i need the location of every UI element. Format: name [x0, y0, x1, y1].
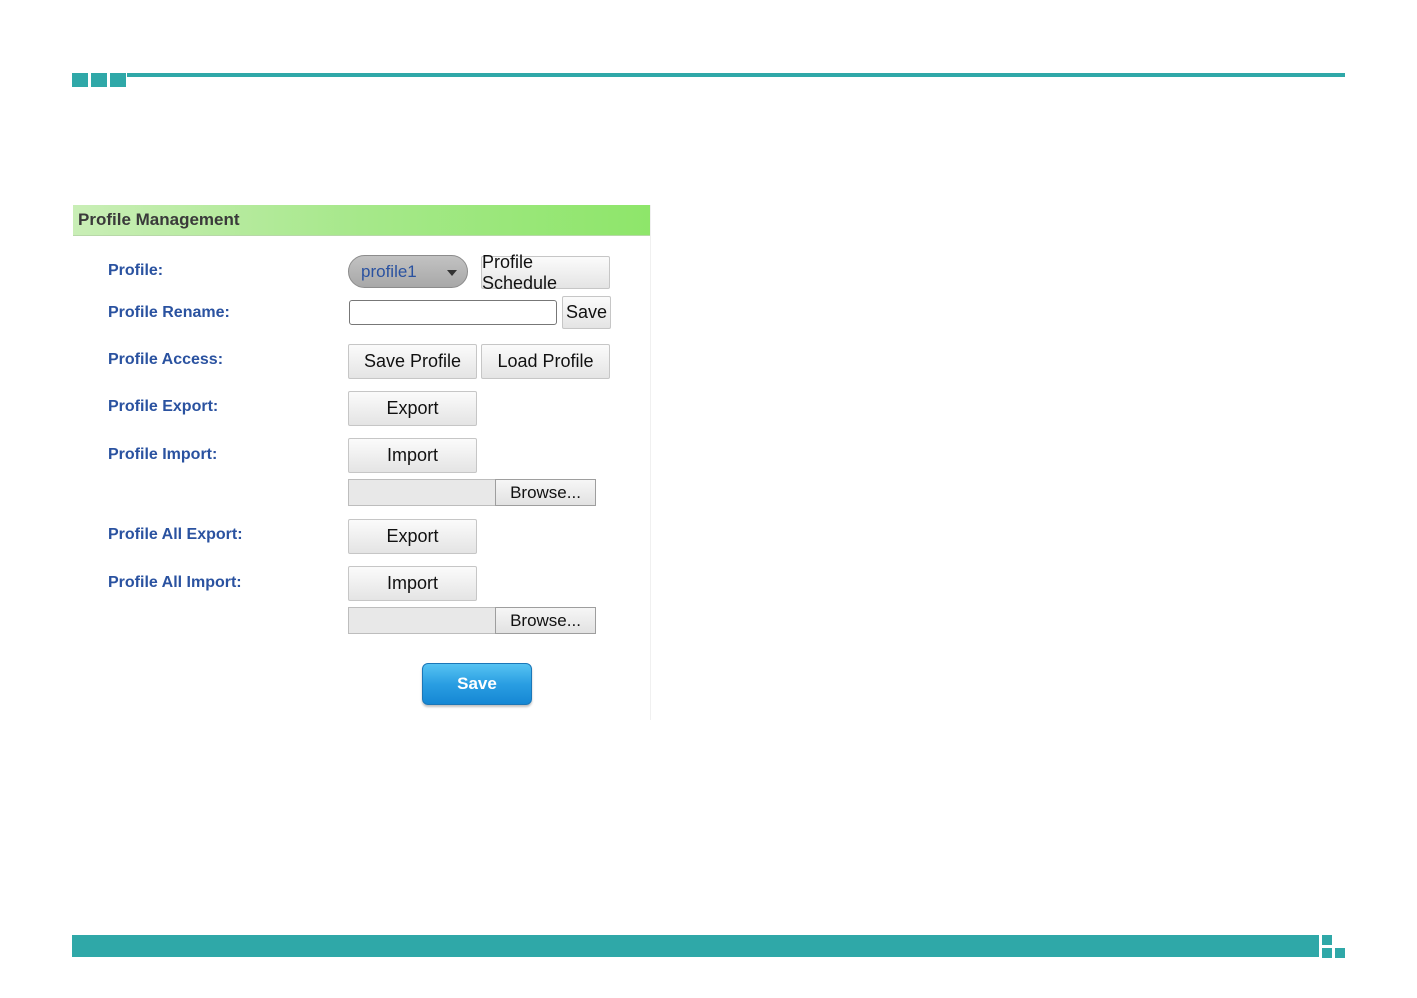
chevron-down-icon: [447, 270, 457, 276]
profile-export-label: Profile Export:: [108, 398, 219, 415]
footer-bar: [72, 935, 1319, 957]
profile-import-button[interactable]: Import: [348, 438, 477, 473]
profile-all-import-label: Profile All Import:: [108, 574, 242, 591]
decor-square: [1335, 948, 1345, 958]
profile-all-export-button[interactable]: Export: [348, 519, 477, 554]
decor-square: [91, 73, 107, 87]
profile-label: Profile:: [108, 262, 164, 279]
decor-square: [1322, 948, 1332, 958]
profile-import-label: Profile Import:: [108, 446, 218, 463]
corner-squares-decoration: [1322, 935, 1346, 958]
header-squares-decoration: [72, 73, 126, 87]
profile-rename-label: Profile Rename:: [108, 304, 230, 321]
panel-header: Profile Management: [73, 205, 650, 236]
profile-all-import-button[interactable]: Import: [348, 566, 477, 601]
decor-square: [72, 73, 88, 87]
profile-rename-input[interactable]: [349, 300, 557, 325]
rename-save-button[interactable]: Save: [562, 296, 611, 329]
load-profile-button[interactable]: Load Profile: [481, 344, 610, 379]
decor-square: [110, 73, 126, 87]
profile-select-value: profile1: [361, 261, 417, 281]
profile-schedule-button[interactable]: Profile Schedule: [481, 252, 610, 293]
profile-select[interactable]: profile1: [348, 255, 468, 288]
profile-import-file-field[interactable]: [348, 479, 496, 506]
panel-title: Profile Management: [78, 210, 240, 229]
header-rule: [127, 73, 1345, 77]
save-profile-button[interactable]: Save Profile: [348, 344, 477, 379]
save-button[interactable]: Save: [422, 663, 532, 705]
profile-all-import-browse-button[interactable]: Browse...: [495, 607, 596, 634]
profile-access-label: Profile Access:: [108, 351, 224, 368]
profile-export-button[interactable]: Export: [348, 391, 477, 426]
profile-management-panel: Profile Management Profile: profile1 Pro…: [73, 205, 651, 720]
decor-square: [1322, 935, 1332, 945]
profile-import-browse-button[interactable]: Browse...: [495, 479, 596, 506]
profile-all-export-label: Profile All Export:: [108, 526, 243, 543]
profile-all-import-file-field[interactable]: [348, 607, 496, 634]
